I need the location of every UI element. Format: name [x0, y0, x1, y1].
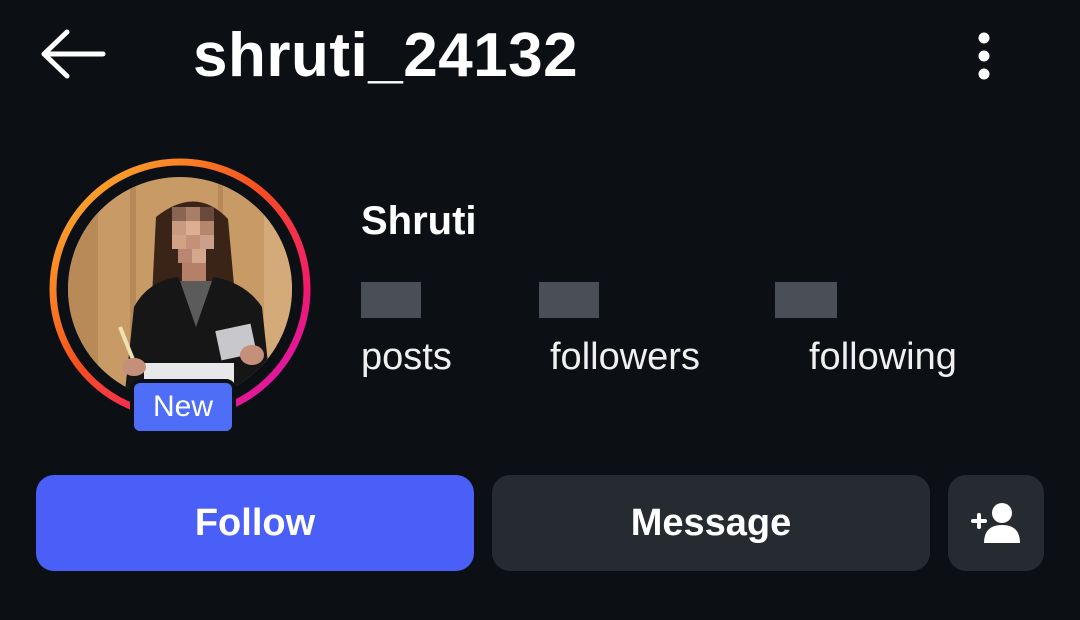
more-vertical-icon — [978, 32, 990, 80]
stat-label: posts — [361, 336, 452, 378]
more-options-button[interactable] — [960, 24, 1008, 88]
profile-username: shruti_24132 — [193, 21, 579, 90]
profile-avatar[interactable]: New — [46, 155, 314, 435]
message-button[interactable]: Message — [492, 475, 930, 571]
new-badge: New — [130, 379, 236, 435]
person-add-icon — [971, 503, 1020, 543]
stat-posts[interactable]: posts — [361, 282, 452, 378]
redacted-count — [775, 282, 837, 318]
redacted-count — [361, 282, 421, 318]
top-bar: shruti_24132 — [0, 0, 1080, 115]
suggest-users-button[interactable] — [948, 475, 1044, 571]
stat-following[interactable]: following — [775, 282, 957, 378]
follow-button[interactable]: Follow — [36, 475, 474, 571]
stat-label: following — [809, 336, 957, 378]
avatar-image — [68, 177, 292, 401]
back-button[interactable] — [34, 25, 110, 83]
stat-followers[interactable]: followers — [539, 282, 700, 378]
redacted-count — [539, 282, 599, 318]
arrow-left-icon — [41, 29, 106, 79]
display-name: Shruti — [361, 199, 477, 243]
stat-label: followers — [550, 336, 700, 378]
